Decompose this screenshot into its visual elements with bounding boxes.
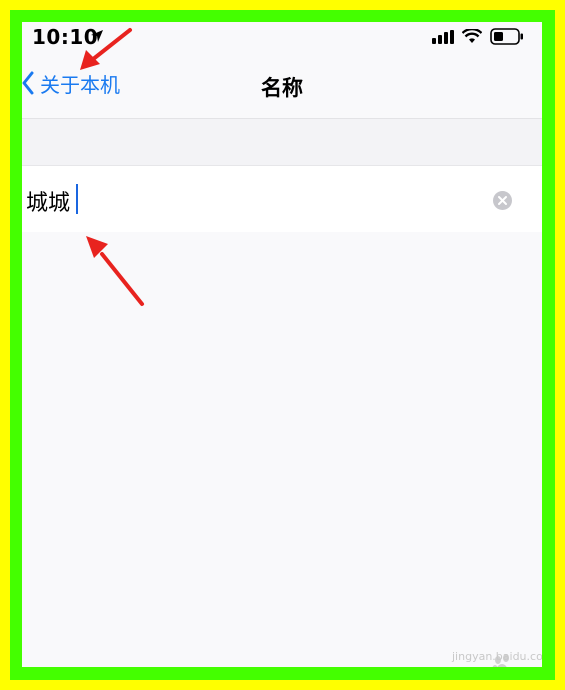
wifi-icon xyxy=(462,29,482,43)
name-input-row[interactable]: 城城 xyxy=(22,165,542,233)
name-input[interactable]: 城城 xyxy=(26,185,70,217)
annotation-arrow-field xyxy=(86,236,144,306)
text-cursor xyxy=(76,184,78,214)
page-title: 名称 xyxy=(261,76,303,100)
annotation-arrow-top xyxy=(80,28,132,70)
clear-text-icon[interactable] xyxy=(493,191,512,210)
battery-icon xyxy=(490,28,523,45)
phone-screen: 10:10 关于本机 名称 城城 jingyan.baidu.co xyxy=(22,22,542,667)
cellular-signal-icon xyxy=(432,30,454,44)
watermark-text: jingyan.baidu.com xyxy=(452,650,542,663)
section-gap xyxy=(22,119,542,165)
